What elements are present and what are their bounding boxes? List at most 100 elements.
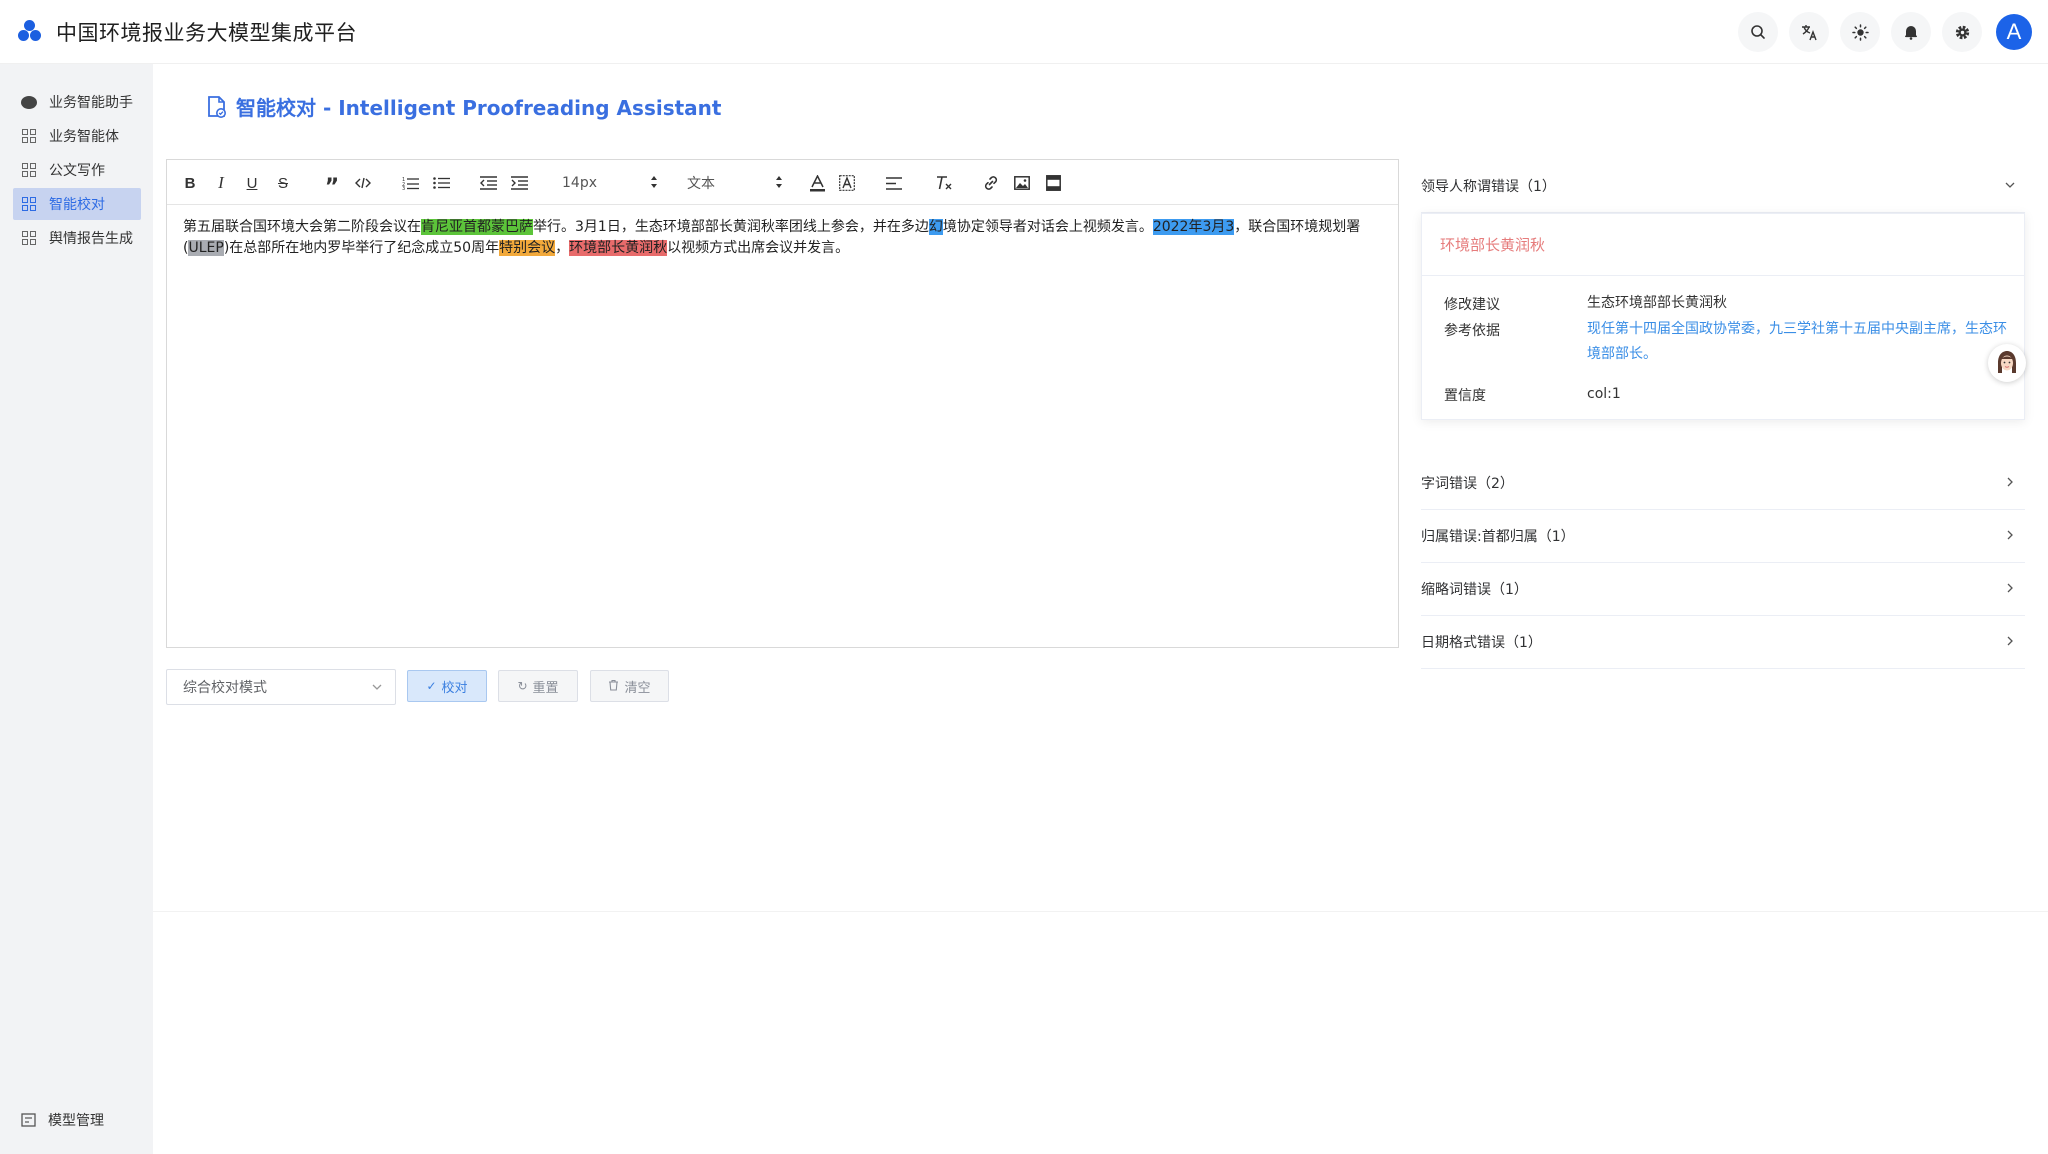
clear-button[interactable]: 清空 [590, 670, 669, 702]
assistant-face-icon [1998, 351, 2016, 373]
reset-button[interactable]: ↻ 重置 [498, 670, 578, 702]
assistant-avatar[interactable] [1988, 344, 2026, 382]
header-actions: A [1727, 12, 2032, 52]
refresh-icon: ↻ [517, 679, 528, 693]
text-segment: 第五届联合国环境大会第二阶段会议在 [183, 219, 421, 235]
grid-icon [21, 196, 37, 212]
svg-text:3: 3 [402, 186, 405, 190]
text-segment: 以视频方式出席会议并发言。 [667, 240, 850, 256]
proofread-button[interactable]: ✓ 校对 [407, 670, 487, 702]
collapse-header-word-error[interactable]: 字词错误（2） [1421, 457, 2025, 510]
collapse-header-abbreviation-error[interactable]: 缩略词错误（1） [1421, 563, 2025, 616]
block-type-select[interactable]: 文本 [687, 172, 783, 194]
proofread-mode-select[interactable]: 综合校对模式 [166, 669, 396, 705]
sidebar-item-proofreading[interactable]: 智能校对 [13, 188, 141, 220]
highlighted-error-orange[interactable]: 特别会议 [499, 240, 556, 256]
select-arrows-icon [775, 175, 783, 193]
basis-value[interactable]: 现任第十四届全国政协常委，九三学社第十五届中央副主席，生态环境部部长。 [1587, 317, 2007, 367]
text-segment: ， [555, 240, 570, 256]
sidebar-item-label: 舆情报告生成 [49, 231, 133, 247]
italic-button[interactable]: I [212, 172, 230, 194]
bullet-list-button[interactable] [431, 172, 451, 194]
highlighted-error-red[interactable]: 环境部长黄润秋 [569, 240, 668, 256]
translate-button[interactable] [1789, 12, 1829, 52]
insert-video-button[interactable] [1044, 172, 1062, 194]
sidebar-item-label: 智能校对 [49, 197, 105, 213]
rich-text-editor: B I U S ” 123 14px 文本 第五届联合国环境大会第二阶段会议在肯… [166, 159, 1399, 648]
highlighted-error-blue[interactable]: 2022年3月3 [1152, 219, 1235, 235]
outdent-button[interactable] [478, 172, 498, 194]
sidebar-item-report[interactable]: 舆情报告生成 [13, 222, 141, 254]
chevron-right-icon [2003, 634, 2017, 652]
sidebar-item-label: 模型管理 [48, 1113, 104, 1129]
collapse-title: 领导人称谓错误（1） [1421, 179, 1556, 195]
bell-icon [1905, 26, 1917, 40]
grid-icon [21, 162, 37, 178]
clear-format-button[interactable] [934, 172, 954, 194]
chevron-down-icon [371, 681, 383, 697]
code-icon [355, 177, 371, 189]
code-button[interactable] [353, 172, 373, 194]
top-header: 中国环境报业务大模型集成平台 A [0, 0, 2048, 64]
app-title: 中国环境报业务大模型集成平台 [56, 20, 357, 45]
select-arrows-icon [650, 175, 658, 193]
editor-content[interactable]: 第五届联合国环境大会第二阶段会议在肯尼亚首都蒙巴萨举行。3月1日，生态环境部部长… [167, 205, 1398, 259]
text-segment: 举行。3月1日，生态环境部部长黄润秋率团线上参会，并在多边 [533, 219, 929, 235]
insert-image-button[interactable] [1013, 172, 1031, 194]
app-logo [18, 19, 42, 44]
chevron-right-icon [2003, 581, 2017, 599]
indent-button[interactable] [509, 172, 529, 194]
search-button[interactable] [1738, 12, 1778, 52]
align-left-icon [886, 176, 902, 190]
sidebar-item-writing[interactable]: 公文写作 [13, 154, 141, 186]
check-icon: ✓ [426, 679, 437, 693]
confidence-label: 置信度 [1444, 388, 1486, 404]
underline-icon: U [246, 174, 258, 192]
indent-icon [510, 176, 528, 190]
font-size-value: 14px [562, 175, 597, 191]
background-color-icon [839, 175, 855, 191]
page-title: 智能校对 - Intelligent Proofreading Assistan… [206, 92, 721, 121]
collapse-title: 缩略词错误（1） [1421, 582, 1528, 598]
highlighted-error-blue[interactable]: 幻 [928, 219, 943, 235]
collapse-header-capital-error[interactable]: 归属错误:首都归属（1） [1421, 510, 2025, 563]
page-title-text: 智能校对 - Intelligent Proofreading Assistan… [236, 96, 722, 120]
error-text: 环境部长黄润秋 [1422, 214, 2024, 276]
blockquote-button[interactable]: ” [322, 172, 342, 200]
font-size-select[interactable]: 14px [562, 172, 658, 194]
settings-button[interactable] [1942, 12, 1982, 52]
sidebar-item-agent[interactable]: 业务智能体 [13, 120, 141, 152]
proofread-button-label: 校对 [441, 680, 468, 696]
collapse-title: 字词错误（2） [1421, 476, 1514, 492]
ordered-list-icon: 123 [402, 177, 419, 190]
ordered-list-button[interactable]: 123 [400, 172, 420, 194]
video-icon [1045, 175, 1061, 191]
sidebar-item-label: 业务智能助手 [49, 95, 133, 111]
background-color-button[interactable] [838, 172, 856, 194]
confidence-value: col:1 [1587, 386, 1621, 402]
strikethrough-icon: S [277, 174, 288, 192]
insert-link-button[interactable] [982, 172, 1000, 194]
notification-button[interactable] [1891, 12, 1931, 52]
underline-button[interactable]: U [243, 172, 261, 194]
bold-icon: B [184, 174, 196, 192]
collapse-header-leader-title[interactable]: 领导人称谓错误（1） [1421, 160, 2025, 213]
highlighted-error-grey[interactable]: ULEP [188, 240, 224, 256]
collapse-title: 日期格式错误（1） [1421, 635, 1542, 651]
align-button[interactable] [885, 172, 903, 194]
proofread-mode-value: 综合校对模式 [183, 680, 267, 696]
clear-button-label: 清空 [624, 680, 651, 696]
sidebar-item-model-management[interactable]: 模型管理 [13, 1104, 141, 1136]
strikethrough-button[interactable]: S [274, 172, 292, 194]
grid-icon [21, 128, 37, 144]
highlighted-error-green[interactable]: 肯尼亚首都蒙巴萨 [421, 219, 533, 235]
sidebar-item-assistant[interactable]: 业务智能助手 [13, 86, 141, 118]
sun-icon [1851, 23, 1869, 41]
bold-button[interactable]: B [181, 172, 199, 194]
sidebar-item-label: 业务智能体 [49, 129, 119, 145]
collapse-header-date-format-error[interactable]: 日期格式错误（1） [1421, 616, 2025, 669]
font-color-button[interactable] [808, 172, 826, 194]
user-avatar[interactable]: A [1996, 14, 2032, 50]
translate-icon [1801, 24, 1817, 40]
theme-toggle-button[interactable] [1840, 12, 1880, 52]
